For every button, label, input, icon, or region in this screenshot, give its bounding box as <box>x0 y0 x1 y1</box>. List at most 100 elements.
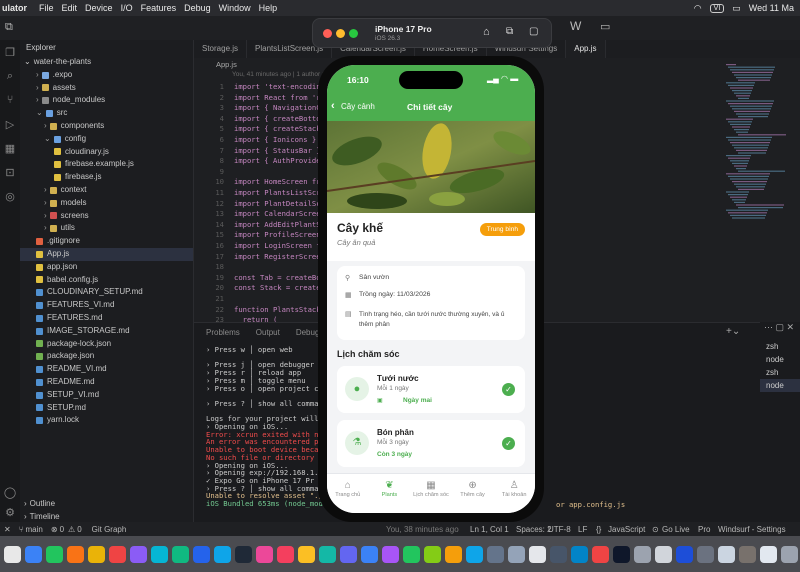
layout-icon[interactable]: ▭ <box>600 20 610 33</box>
windsurf-settings-button[interactable]: Windsurf - Settings <box>718 525 786 534</box>
clock[interactable]: Wed 11 Ma <box>749 3 794 13</box>
search-icon[interactable]: ⌕ <box>0 64 20 88</box>
go-live-button[interactable]: Go Live <box>662 525 690 534</box>
wifi-icon[interactable]: ◠ <box>694 3 702 14</box>
tree-item[interactable]: › components <box>20 120 193 133</box>
check-icon[interactable]: ✓ <box>502 437 515 450</box>
dock-app-icon[interactable] <box>571 545 588 563</box>
dock-app-icon[interactable] <box>67 545 84 563</box>
dock-app-icon[interactable] <box>718 545 735 563</box>
menu-file[interactable]: File <box>39 3 62 13</box>
tab-home[interactable]: ⌂ Trang chủ <box>327 474 369 513</box>
tree-item[interactable]: › utils <box>20 222 193 235</box>
dock-app-icon[interactable] <box>256 545 273 563</box>
back-chevron-icon[interactable]: ‹ <box>331 100 335 112</box>
menu-edit[interactable]: Edit <box>62 3 86 13</box>
dock-app-icon[interactable] <box>109 545 126 563</box>
tree-item[interactable]: README.md <box>20 376 193 389</box>
git-graph-icon[interactable]: ◎ <box>0 184 20 208</box>
plan-badge[interactable]: Pro <box>698 525 710 534</box>
files-icon[interactable]: ❐ <box>0 40 20 64</box>
minimap[interactable] <box>726 64 786 224</box>
settings-gear-icon[interactable]: ⚙ <box>0 500 20 524</box>
dock-app-icon[interactable] <box>235 545 252 563</box>
extensions-icon[interactable]: ▦ <box>0 136 20 160</box>
app-menu[interactable]: ulator <box>0 3 39 13</box>
dock-app-icon[interactable] <box>613 545 630 563</box>
tab-output[interactable]: Output <box>256 328 280 337</box>
minimize-window-icon[interactable] <box>336 29 345 38</box>
close-window-icon[interactable] <box>323 29 332 38</box>
status-blame[interactable]: You, 38 minutes ago <box>386 525 459 534</box>
remote-icon[interactable]: ✕ <box>0 525 11 534</box>
dock-app-icon[interactable] <box>466 545 483 563</box>
dock-app-icon[interactable] <box>781 545 798 563</box>
indentation[interactable]: Spaces: 2 <box>516 525 552 534</box>
dock-app-icon[interactable] <box>529 545 546 563</box>
dock-app-icon[interactable] <box>88 545 105 563</box>
source-control-icon[interactable]: ⑂ <box>0 88 20 112</box>
breadcrumb[interactable]: App.js <box>216 60 237 69</box>
battery-icon[interactable]: ▭ <box>732 3 741 14</box>
tree-item[interactable]: CLOUDINARY_SETUP.md <box>20 286 193 299</box>
dock-app-icon[interactable] <box>592 545 609 563</box>
tree-item[interactable]: › context <box>20 184 193 197</box>
dock-app-icon[interactable] <box>655 545 672 563</box>
dock-app-icon[interactable] <box>46 545 63 563</box>
rotate-icon[interactable]: ▢ <box>529 26 538 37</box>
dock-app-icon[interactable] <box>676 545 693 563</box>
screenshot-icon[interactable]: ⧉ <box>506 26 513 37</box>
terminal-item[interactable]: node <box>760 353 800 366</box>
tree-item[interactable]: App.js <box>20 247 193 261</box>
dock-app-icon[interactable] <box>361 545 378 563</box>
dock-app-icon[interactable] <box>487 545 504 563</box>
check-icon[interactable]: ✓ <box>502 383 515 396</box>
terminal-item[interactable]: node <box>760 379 800 392</box>
tree-item[interactable]: › .expo <box>20 69 193 82</box>
dock-app-icon[interactable] <box>445 545 462 563</box>
zoom-window-icon[interactable] <box>349 29 358 38</box>
run-debug-icon[interactable]: ▷ <box>0 112 20 136</box>
dock-app-icon[interactable] <box>382 545 399 563</box>
tree-item[interactable]: app.json <box>20 261 193 274</box>
dock-app-icon[interactable] <box>697 545 714 563</box>
tree-item[interactable]: ⌄ src <box>20 107 193 120</box>
menu-debug[interactable]: Debug <box>184 3 219 13</box>
tree-item[interactable]: firebase.js <box>20 171 193 184</box>
tree-item[interactable]: FEATURES.md <box>20 312 193 325</box>
dock-app-icon[interactable] <box>193 545 210 563</box>
tree-item[interactable]: SETUP_VI.md <box>20 389 193 402</box>
dock-app-icon[interactable] <box>550 545 567 563</box>
tree-item[interactable]: package.json <box>20 350 193 363</box>
add-terminal-icon[interactable]: +⌄ <box>726 326 740 337</box>
remote-icon[interactable]: ⊡ <box>0 160 20 184</box>
tab-plants[interactable]: ❦ Plants <box>369 474 411 513</box>
outline-section[interactable]: › Outline <box>20 498 55 511</box>
tree-item[interactable]: › node_modules <box>20 94 193 107</box>
dock-app-icon[interactable] <box>739 545 756 563</box>
tree-item[interactable]: yarn.lock <box>20 414 193 427</box>
panel-actions-icon[interactable]: ⋯ ▢ ✕ <box>760 322 800 340</box>
dock-app-icon[interactable] <box>340 545 357 563</box>
input-badge[interactable]: VI <box>709 3 725 13</box>
tree-item[interactable]: IMAGE_STORAGE.md <box>20 325 193 338</box>
tab-storage[interactable]: Storage.js <box>194 40 248 58</box>
git-graph-button[interactable]: Git Graph <box>82 525 127 534</box>
menu-help[interactable]: Help <box>259 3 286 13</box>
terminal-item[interactable]: zsh <box>760 340 800 353</box>
menu-io[interactable]: I/O <box>121 3 141 13</box>
dock-app-icon[interactable] <box>4 545 21 563</box>
tab-app-js[interactable]: App.js <box>566 40 606 58</box>
tree-item[interactable]: README_VI.md <box>20 363 193 376</box>
dock-app-icon[interactable] <box>403 545 420 563</box>
branch-name[interactable]: main <box>24 525 43 534</box>
home-icon[interactable]: ⌂ <box>483 26 490 38</box>
tree-item[interactable]: .gitignore <box>20 235 193 248</box>
menu-device[interactable]: Device <box>85 3 121 13</box>
line-ending[interactable]: LF <box>578 525 587 534</box>
tree-item[interactable]: babel.config.js <box>20 274 193 287</box>
tree-item[interactable]: › models <box>20 197 193 210</box>
care-task-card[interactable]: ● Tưới nước Mỗi 1 ngày ▣ Ngày mai ✓ <box>337 366 525 413</box>
dock-app-icon[interactable] <box>172 545 189 563</box>
tree-item[interactable]: FEATURES_VI.md <box>20 299 193 312</box>
